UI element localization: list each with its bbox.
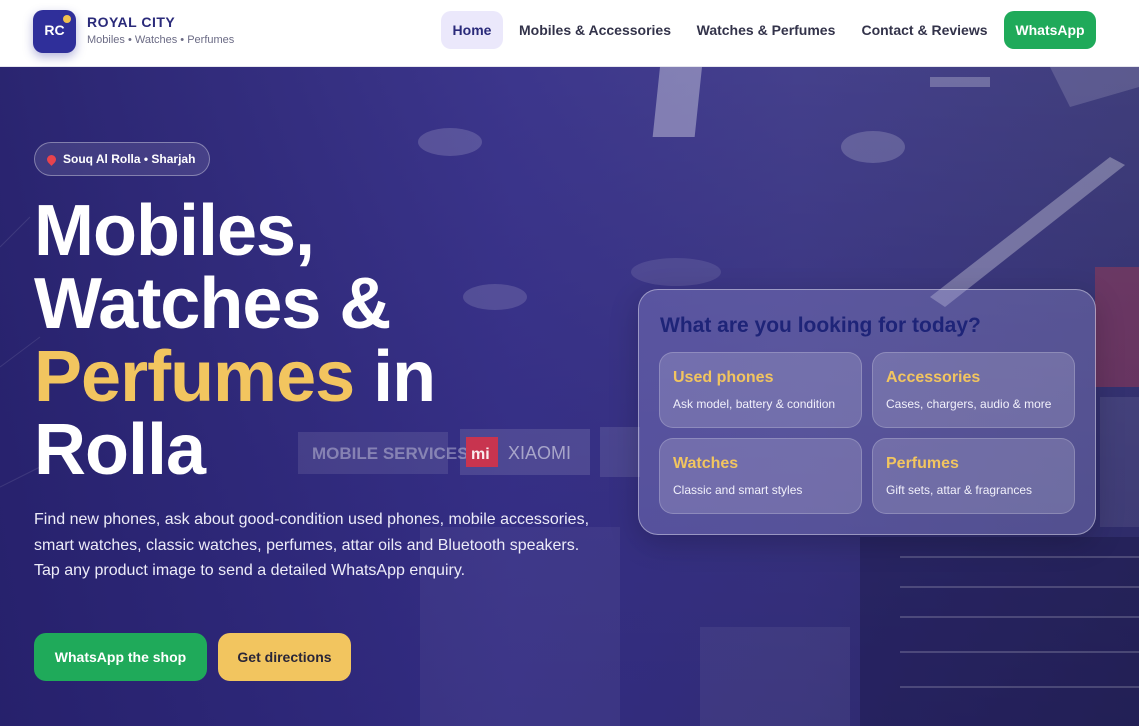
nav-watches-perfumes[interactable]: Watches & Perfumes (688, 11, 844, 49)
hero-title-line4: Rolla (34, 410, 206, 490)
hero-section: MOBILE SERVICES mi XIAOMI Souq Al Rolla … (0, 67, 1139, 726)
location-text: Souq Al Rolla • Sharjah (63, 152, 196, 166)
tile-subtitle: Cases, chargers, audio & more (886, 397, 1052, 411)
tile-title: Used phones (673, 369, 774, 386)
tile-subtitle: Gift sets, attar & fragrances (886, 483, 1033, 497)
hero-title: Mobiles, Watches & Perfumes in Rolla (34, 195, 594, 487)
tile-title: Watches (673, 455, 739, 472)
hero-title-accent: Perfumes (34, 337, 355, 417)
category-tile-used-phones[interactable]: Used phones Ask model, battery & conditi… (659, 352, 862, 428)
get-directions-button[interactable]: Get directions (218, 633, 351, 681)
category-tile-perfumes[interactable]: Perfumes Gift sets, attar & fragrances (872, 438, 1075, 514)
nav-mobiles-accessories[interactable]: Mobiles & Accessories (512, 11, 678, 49)
logo-text: RC (44, 22, 65, 38)
whatsapp-shop-button[interactable]: WhatsApp the shop (34, 633, 207, 681)
nav-home[interactable]: Home (441, 11, 503, 49)
brand-name[interactable]: ROYAL CITY (87, 14, 175, 30)
nav-contact-reviews[interactable]: Contact & Reviews (853, 11, 996, 49)
logo-dot-icon (63, 15, 71, 23)
category-panel: What are you looking for today? Used pho… (638, 289, 1096, 535)
tile-subtitle: Ask model, battery & condition (673, 397, 836, 411)
hero-title-line1: Mobiles, (34, 191, 315, 271)
tile-title: Perfumes (886, 455, 959, 472)
site-header: RC ROYAL CITY Mobiles • Watches • Perfum… (0, 0, 1139, 67)
location-badge: Souq Al Rolla • Sharjah (34, 142, 211, 176)
hero-title-line2: Watches & (34, 264, 391, 344)
hero-title-in: in (354, 337, 436, 417)
category-tile-watches[interactable]: Watches Classic and smart styles (659, 438, 862, 514)
brand-logo[interactable]: RC (33, 10, 76, 53)
category-tile-accessories[interactable]: Accessories Cases, chargers, audio & mor… (872, 352, 1075, 428)
nav-whatsapp-button[interactable]: WhatsApp (1004, 11, 1096, 49)
tile-subtitle: Classic and smart styles (673, 483, 803, 497)
location-pin-icon (45, 153, 58, 166)
hero-description: Find new phones, ask about good-conditio… (34, 511, 590, 579)
brand-tagline: Mobiles • Watches • Perfumes (87, 34, 235, 46)
panel-title: What are you looking for today? (660, 314, 981, 337)
tile-title: Accessories (886, 369, 981, 386)
